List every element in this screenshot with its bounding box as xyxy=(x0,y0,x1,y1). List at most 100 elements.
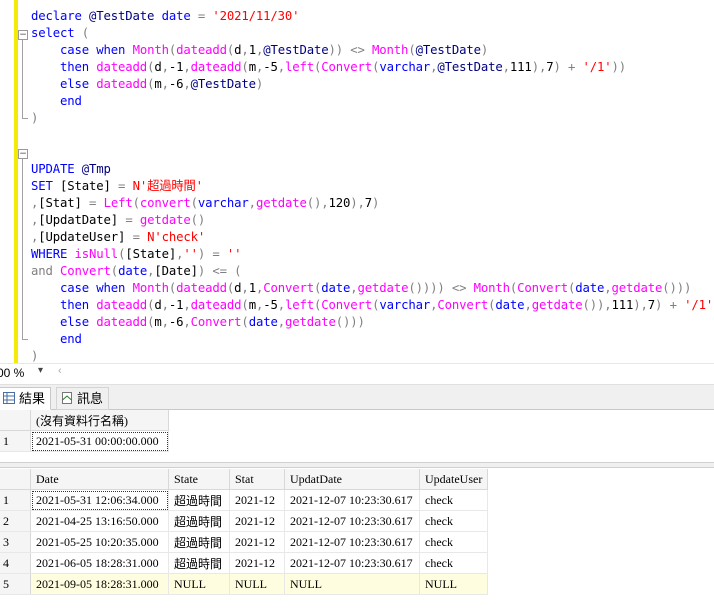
sql-editor[interactable]: − − declare @TestDate date = '2021/11/30… xyxy=(0,0,714,363)
code-token: getdate xyxy=(531,298,583,312)
chevron-left-icon[interactable]: ‹ xyxy=(58,365,62,377)
column-header[interactable]: UpdateUser xyxy=(419,469,489,490)
result-grid-2[interactable]: Date State Stat UpdatDate UpdateUser 1 2021-0… xyxy=(0,469,489,595)
code-token: dateadd xyxy=(176,43,227,57)
code-line: and Convert(date,[Date]) <= ( xyxy=(31,263,242,280)
column-header[interactable]: Stat xyxy=(229,469,285,490)
result-grid-1[interactable]: (沒有資料行名稱) 1 2021-05-31 00:00:00.000 xyxy=(0,410,169,452)
table-row[interactable]: 4 2021-06-05 18:28:31.000 超過時間 2021-12 2021-… xyxy=(0,552,489,574)
code-token: , xyxy=(161,298,169,312)
table-cell[interactable]: 超過時間 xyxy=(168,489,230,511)
table-row[interactable]: 3 2021-05-25 10:20:35.000 超過時間 2021-12 2021-… xyxy=(0,531,489,553)
code-token: 1 xyxy=(248,281,256,295)
code-token: dateadd xyxy=(176,281,227,295)
table-cell[interactable]: NULL xyxy=(284,573,420,595)
chevron-down-icon[interactable]: ▾ xyxy=(38,365,43,376)
row-number: 3 xyxy=(0,531,31,553)
code-line: else dateadd(m,-6,Convert(date,getdate()… xyxy=(31,314,365,331)
code-token: d xyxy=(154,60,162,74)
code-token: , xyxy=(161,60,169,74)
code-token: )) xyxy=(611,60,627,74)
code-token: varchar xyxy=(197,196,249,210)
tab-messages[interactable]: 訊息 xyxy=(56,387,110,410)
table-cell[interactable]: 2021-05-31 12:06:34.000 xyxy=(30,489,169,511)
code-token: WHERE xyxy=(31,247,75,261)
collapse-icon[interactable]: − xyxy=(18,30,28,40)
code-token: m xyxy=(248,60,256,74)
row-number: 1 xyxy=(0,430,31,452)
code-token: 1 xyxy=(248,43,256,57)
code-token: , xyxy=(604,281,612,295)
grid-splitter[interactable] xyxy=(0,462,714,468)
code-token: -6 xyxy=(168,77,184,91)
table-row[interactable]: 2 2021-04-25 13:16:50.000 超過時間 2021-12 2021-… xyxy=(0,510,489,532)
table-row[interactable]: 5 2021-09-05 18:28:31.000 NULL NULL NULL NULL xyxy=(0,573,489,595)
table-cell[interactable]: 2021-04-25 13:16:50.000 xyxy=(30,510,169,532)
table-cell[interactable]: 超過時間 xyxy=(168,531,230,553)
code-token: , xyxy=(350,281,358,295)
tab-messages-label: 訊息 xyxy=(77,391,104,406)
table-cell[interactable]: 超過時間 xyxy=(168,552,230,574)
table-cell[interactable]: 2021-12-07 10:23:30.617 xyxy=(284,552,420,574)
table-cell[interactable]: NULL xyxy=(419,573,489,595)
table-cell[interactable]: 2021-05-31 00:00:00.000 xyxy=(30,430,169,452)
collapse-icon[interactable]: − xyxy=(18,149,28,159)
code-token: declare xyxy=(31,9,90,23)
table-cell[interactable]: check xyxy=(419,489,489,511)
column-header[interactable]: UpdatDate xyxy=(284,469,420,490)
tab-results[interactable]: 結果 xyxy=(0,387,52,410)
code-token: [UpdatDate] xyxy=(38,213,126,227)
code-token: ( xyxy=(241,298,249,312)
code-token: , xyxy=(183,77,191,91)
code-token: ) xyxy=(372,196,380,210)
table-cell[interactable]: check xyxy=(419,510,489,532)
table-cell[interactable]: 2021-12 xyxy=(229,531,285,553)
code-token: [Stat] xyxy=(38,196,90,210)
code-token: dateadd xyxy=(96,315,148,329)
code-line: then dateadd(d,-1,dateadd(m,-5,left(Conv… xyxy=(31,297,714,314)
code-token: = xyxy=(118,179,133,193)
code-line: select ( xyxy=(31,25,89,42)
code-line: ,[Stat] = Left(convert(varchar,getdate()… xyxy=(31,195,379,212)
grid-icon xyxy=(3,392,15,404)
table-cell[interactable]: NULL xyxy=(229,573,285,595)
code-token: date xyxy=(321,281,351,295)
code-token: varchar xyxy=(379,298,431,312)
table-row[interactable]: 1 2021-05-31 12:06:34.000 超過時間 2021-12 2021-… xyxy=(0,489,489,511)
code-token: ()), xyxy=(582,298,612,312)
code-token: ( xyxy=(241,60,249,74)
table-cell[interactable]: check xyxy=(419,531,489,553)
table-cell[interactable]: check xyxy=(419,552,489,574)
code-token: = xyxy=(197,9,213,23)
column-header[interactable]: (沒有資料行名稱) xyxy=(30,410,169,431)
zoom-level[interactable]: 00 % xyxy=(0,366,24,380)
table-cell[interactable]: 超過時間 xyxy=(168,510,230,532)
code-token: date xyxy=(575,281,605,295)
code-token: )) xyxy=(328,43,351,57)
code-token: SET xyxy=(31,179,61,193)
table-cell[interactable]: 2021-05-25 10:20:35.000 xyxy=(30,531,169,553)
table-cell[interactable]: 2021-12-07 10:23:30.617 xyxy=(284,510,420,532)
table-cell[interactable]: 2021-09-05 18:28:31.000 xyxy=(30,573,169,595)
column-header[interactable]: Date xyxy=(30,469,169,490)
code-token: = xyxy=(89,196,104,210)
column-header[interactable]: State xyxy=(168,469,230,490)
fold-guide xyxy=(22,40,23,118)
table-row[interactable]: 1 2021-05-31 00:00:00.000 xyxy=(0,430,169,452)
code-token: , xyxy=(524,298,532,312)
table-cell[interactable]: 2021-06-05 18:28:31.000 xyxy=(30,552,169,574)
code-line: case when Month(dateadd(d,1,Convert(date… xyxy=(31,280,691,297)
code-token: 120 xyxy=(328,196,351,210)
table-cell[interactable]: 2021-12-07 10:23:30.617 xyxy=(284,531,420,553)
code-token: ( xyxy=(81,26,90,40)
table-cell[interactable]: 2021-12-07 10:23:30.617 xyxy=(284,489,420,511)
code-token: , xyxy=(248,196,256,210)
table-cell[interactable]: 2021-12 xyxy=(229,489,285,511)
code-line: case when Month(dateadd(d,1,@TestDate)) … xyxy=(31,42,488,59)
table-cell[interactable]: NULL xyxy=(168,573,230,595)
code-token: ) xyxy=(197,264,213,278)
table-cell[interactable]: 2021-12 xyxy=(229,552,285,574)
code-token: Month xyxy=(473,281,510,295)
code-token: '' xyxy=(226,247,242,261)
table-cell[interactable]: 2021-12 xyxy=(229,510,285,532)
